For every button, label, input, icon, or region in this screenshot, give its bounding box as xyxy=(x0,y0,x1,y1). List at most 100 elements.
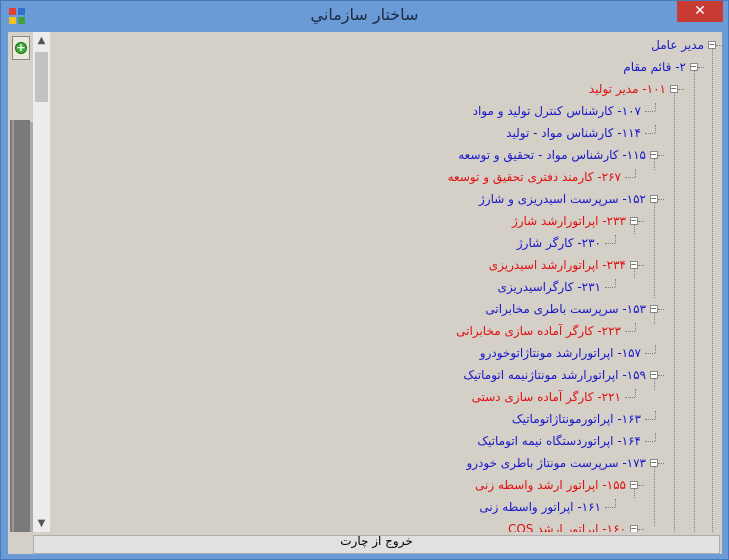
tree-node[interactable]: ۱۷۳- سرپرست مونتاژ باطری خودرو − xyxy=(50,452,722,474)
tree-connector xyxy=(716,45,722,46)
tree-guide-line xyxy=(654,158,655,170)
tree-node-label: ۱۱۴- کارشناس مواد - تولید xyxy=(506,126,641,140)
tree-guide-line xyxy=(712,48,713,532)
tree-node-label: مدیر عامل xyxy=(651,38,704,52)
tree-connector xyxy=(645,419,655,420)
tree-node-label: ۲۲۱- کارگر آماده سازی دستی xyxy=(471,390,621,404)
tree-node[interactable]: ۲۳۳- اپراتورارشد شارژ − xyxy=(50,210,722,232)
tree-node[interactable]: ۱۱۴- کارشناس مواد - تولید xyxy=(50,122,722,144)
tree-connector xyxy=(658,155,664,156)
collapse-icon[interactable]: − xyxy=(630,525,638,532)
plus-icon: + xyxy=(15,41,27,54)
tree-node-label: ۲۲۳- کارگر آماده سازی مخابراتی xyxy=(456,324,621,338)
tree-node-label: ۲۳۱- کارگراسیدریزی xyxy=(497,280,601,294)
tree-connector xyxy=(625,331,635,332)
tree-node[interactable]: مدیر عامل − xyxy=(50,34,722,56)
tree-node[interactable]: ۲۳۴- اپراتورارشد اسیدریزی − xyxy=(50,254,722,276)
tree-node[interactable]: ۱۰۷- کارشناس کنترل تولید و مواد xyxy=(50,100,722,122)
tree-node[interactable]: ۱۱۵- کارشناس مواد - تحقیق و توسعه − xyxy=(50,144,722,166)
tree-connector xyxy=(658,309,664,310)
tree-node-label: ۱۶۴- اپراتوردستگاه نیمه اتوماتیک xyxy=(477,434,641,448)
org-chart-tree: مدیر عامل −۲- قائم مقام −۱۰۱- مدیر تولید −۱… xyxy=(50,32,722,532)
tree-node-label: ۲۶۷- کارمند دفتری تحقیق و توسعه xyxy=(447,170,621,184)
tree-guide-line xyxy=(674,92,675,532)
tree-node-label: ۱۷۳- سرپرست مونتاژ باطری خودرو xyxy=(466,456,646,470)
tree-connector xyxy=(655,103,656,111)
exit-chart-button[interactable]: خروج از چارت xyxy=(33,534,720,554)
exit-chart-label: خروج از چارت xyxy=(340,534,413,548)
vertical-scrollbar[interactable]: ▲ ▼ xyxy=(33,32,50,532)
tree-connector xyxy=(605,243,615,244)
tree-node-label: ۲- قائم مقام xyxy=(623,60,686,74)
tree-guide-line xyxy=(654,312,655,324)
tree-node[interactable]: ۲- قائم مقام − xyxy=(50,56,722,78)
tree-node[interactable]: ۱۵۹- اپراتورارشد مونتاژنیمه اتوماتیک − xyxy=(50,364,722,386)
tree-connector xyxy=(655,433,656,441)
tree-node-label: ۲۳۳- اپراتورارشد شارژ xyxy=(511,214,626,228)
scroll-up-icon[interactable]: ▲ xyxy=(33,32,50,49)
tree-node[interactable]: ۱۵۳- سرپرست باطری مخابراتی − xyxy=(50,298,722,320)
tree-node-label: ۱۵۳- سرپرست باطری مخابراتی xyxy=(485,302,646,316)
tree-node[interactable]: ۱۶۰- اپراتور ارشد COS − xyxy=(50,518,722,532)
tree-node-label: ۱۵۹- اپراتورارشد مونتاژنیمه اتوماتیک xyxy=(463,368,646,382)
tree-node-label: ۱۱۵- کارشناس مواد - تحقیق و توسعه xyxy=(458,148,646,162)
tree-node-label: ۲۳۰- کارگر شارژ xyxy=(516,236,601,250)
tree-node[interactable]: ۱۰۱- مدیر تولید − xyxy=(50,78,722,100)
left-panel: + ▲ ▼ xyxy=(8,32,50,532)
tree-guide-line xyxy=(654,466,655,526)
tree-node[interactable]: ۱۵۵- اپراتور ارشد واسطه زنی − xyxy=(50,474,722,496)
tree-node[interactable]: ۱۶۱- اپراتور واسطه زنی xyxy=(50,496,722,518)
tree-guide-line xyxy=(634,268,635,278)
tree-connector xyxy=(625,177,635,178)
tree-node[interactable]: ۱۶۴- اپراتوردستگاه نیمه اتوماتیک xyxy=(50,430,722,452)
app-window: ساختار سازماني ✕ + ▲ ▼ مدیر عامل −۲- قائم… xyxy=(0,0,729,560)
title-bar[interactable]: ساختار سازماني ✕ xyxy=(1,1,728,32)
tree-connector xyxy=(655,345,656,353)
tree-connector xyxy=(638,485,644,486)
tree-connector xyxy=(658,463,664,464)
tree-connector xyxy=(658,199,664,200)
tree-connector xyxy=(605,507,615,508)
tree-guide-line xyxy=(694,70,695,532)
tree-node-label: ۱۵۵- اپراتور ارشد واسطه زنی xyxy=(475,478,626,492)
tree-node[interactable]: ۲۲۱- کارگر آماده سازی دستی xyxy=(50,386,722,408)
tree-connector xyxy=(635,169,636,177)
tree-connector xyxy=(645,133,655,134)
tree-node[interactable]: ۲۳۰- کارگر شارژ xyxy=(50,232,722,254)
add-node-button[interactable]: + xyxy=(12,36,30,60)
tree-guide-line xyxy=(654,202,655,298)
tree-connector xyxy=(645,111,655,112)
tree-node-label: ۱۵۲- سرپرست اسیدریزی و شارژ xyxy=(479,192,646,206)
tree-connector xyxy=(638,221,644,222)
tree-node[interactable]: ۲۶۷- کارمند دفتری تحقیق و توسعه xyxy=(50,166,722,188)
scroll-thumb[interactable] xyxy=(35,52,48,102)
scroll-down-icon[interactable]: ▼ xyxy=(33,515,50,532)
tree-connector xyxy=(655,411,656,419)
tree-node-label: ۱۰۱- مدیر تولید xyxy=(588,82,666,96)
splitter-strip xyxy=(10,120,30,532)
tree-node-label: ۱۶۱- اپراتور واسطه زنی xyxy=(479,500,601,514)
tree-connector xyxy=(605,287,615,288)
window-title: ساختار سازماني xyxy=(310,5,419,24)
tree-connector xyxy=(638,265,644,266)
tree-connector xyxy=(615,235,616,243)
tree-node[interactable]: ۲۲۳- کارگر آماده سازی مخابراتی xyxy=(50,320,722,342)
tree-connector xyxy=(615,279,616,287)
tree-node[interactable]: ۱۵۷- اپراتورارشد مونتاژاتوخودرو xyxy=(50,342,722,364)
tree-node[interactable]: ۲۳۱- کارگراسیدریزی xyxy=(50,276,722,298)
tree-guide-line xyxy=(654,378,655,390)
tree-guide-line xyxy=(634,488,635,498)
tree-node-label: ۱۰۷- کارشناس کنترل تولید و مواد xyxy=(472,104,641,118)
tree-node[interactable]: ۱۶۳- اپراتورمونتاژاتوماتیک xyxy=(50,408,722,430)
tree-connector xyxy=(635,323,636,331)
client-area: + ▲ ▼ مدیر عامل −۲- قائم مقام −۱۰۱- مدیر ت… xyxy=(8,32,722,554)
tree-node[interactable]: ۱۵۲- سرپرست اسیدریزی و شارژ − xyxy=(50,188,722,210)
tree-connector xyxy=(698,67,704,68)
tree-connector xyxy=(645,353,655,354)
tree-connector xyxy=(678,89,684,90)
tree-connector xyxy=(658,375,664,376)
tree-connector xyxy=(655,125,656,133)
tree-connector xyxy=(635,389,636,397)
close-button[interactable]: ✕ xyxy=(677,1,723,22)
tree-node-label: ۱۵۷- اپراتورارشد مونتاژاتوخودرو xyxy=(479,346,641,360)
